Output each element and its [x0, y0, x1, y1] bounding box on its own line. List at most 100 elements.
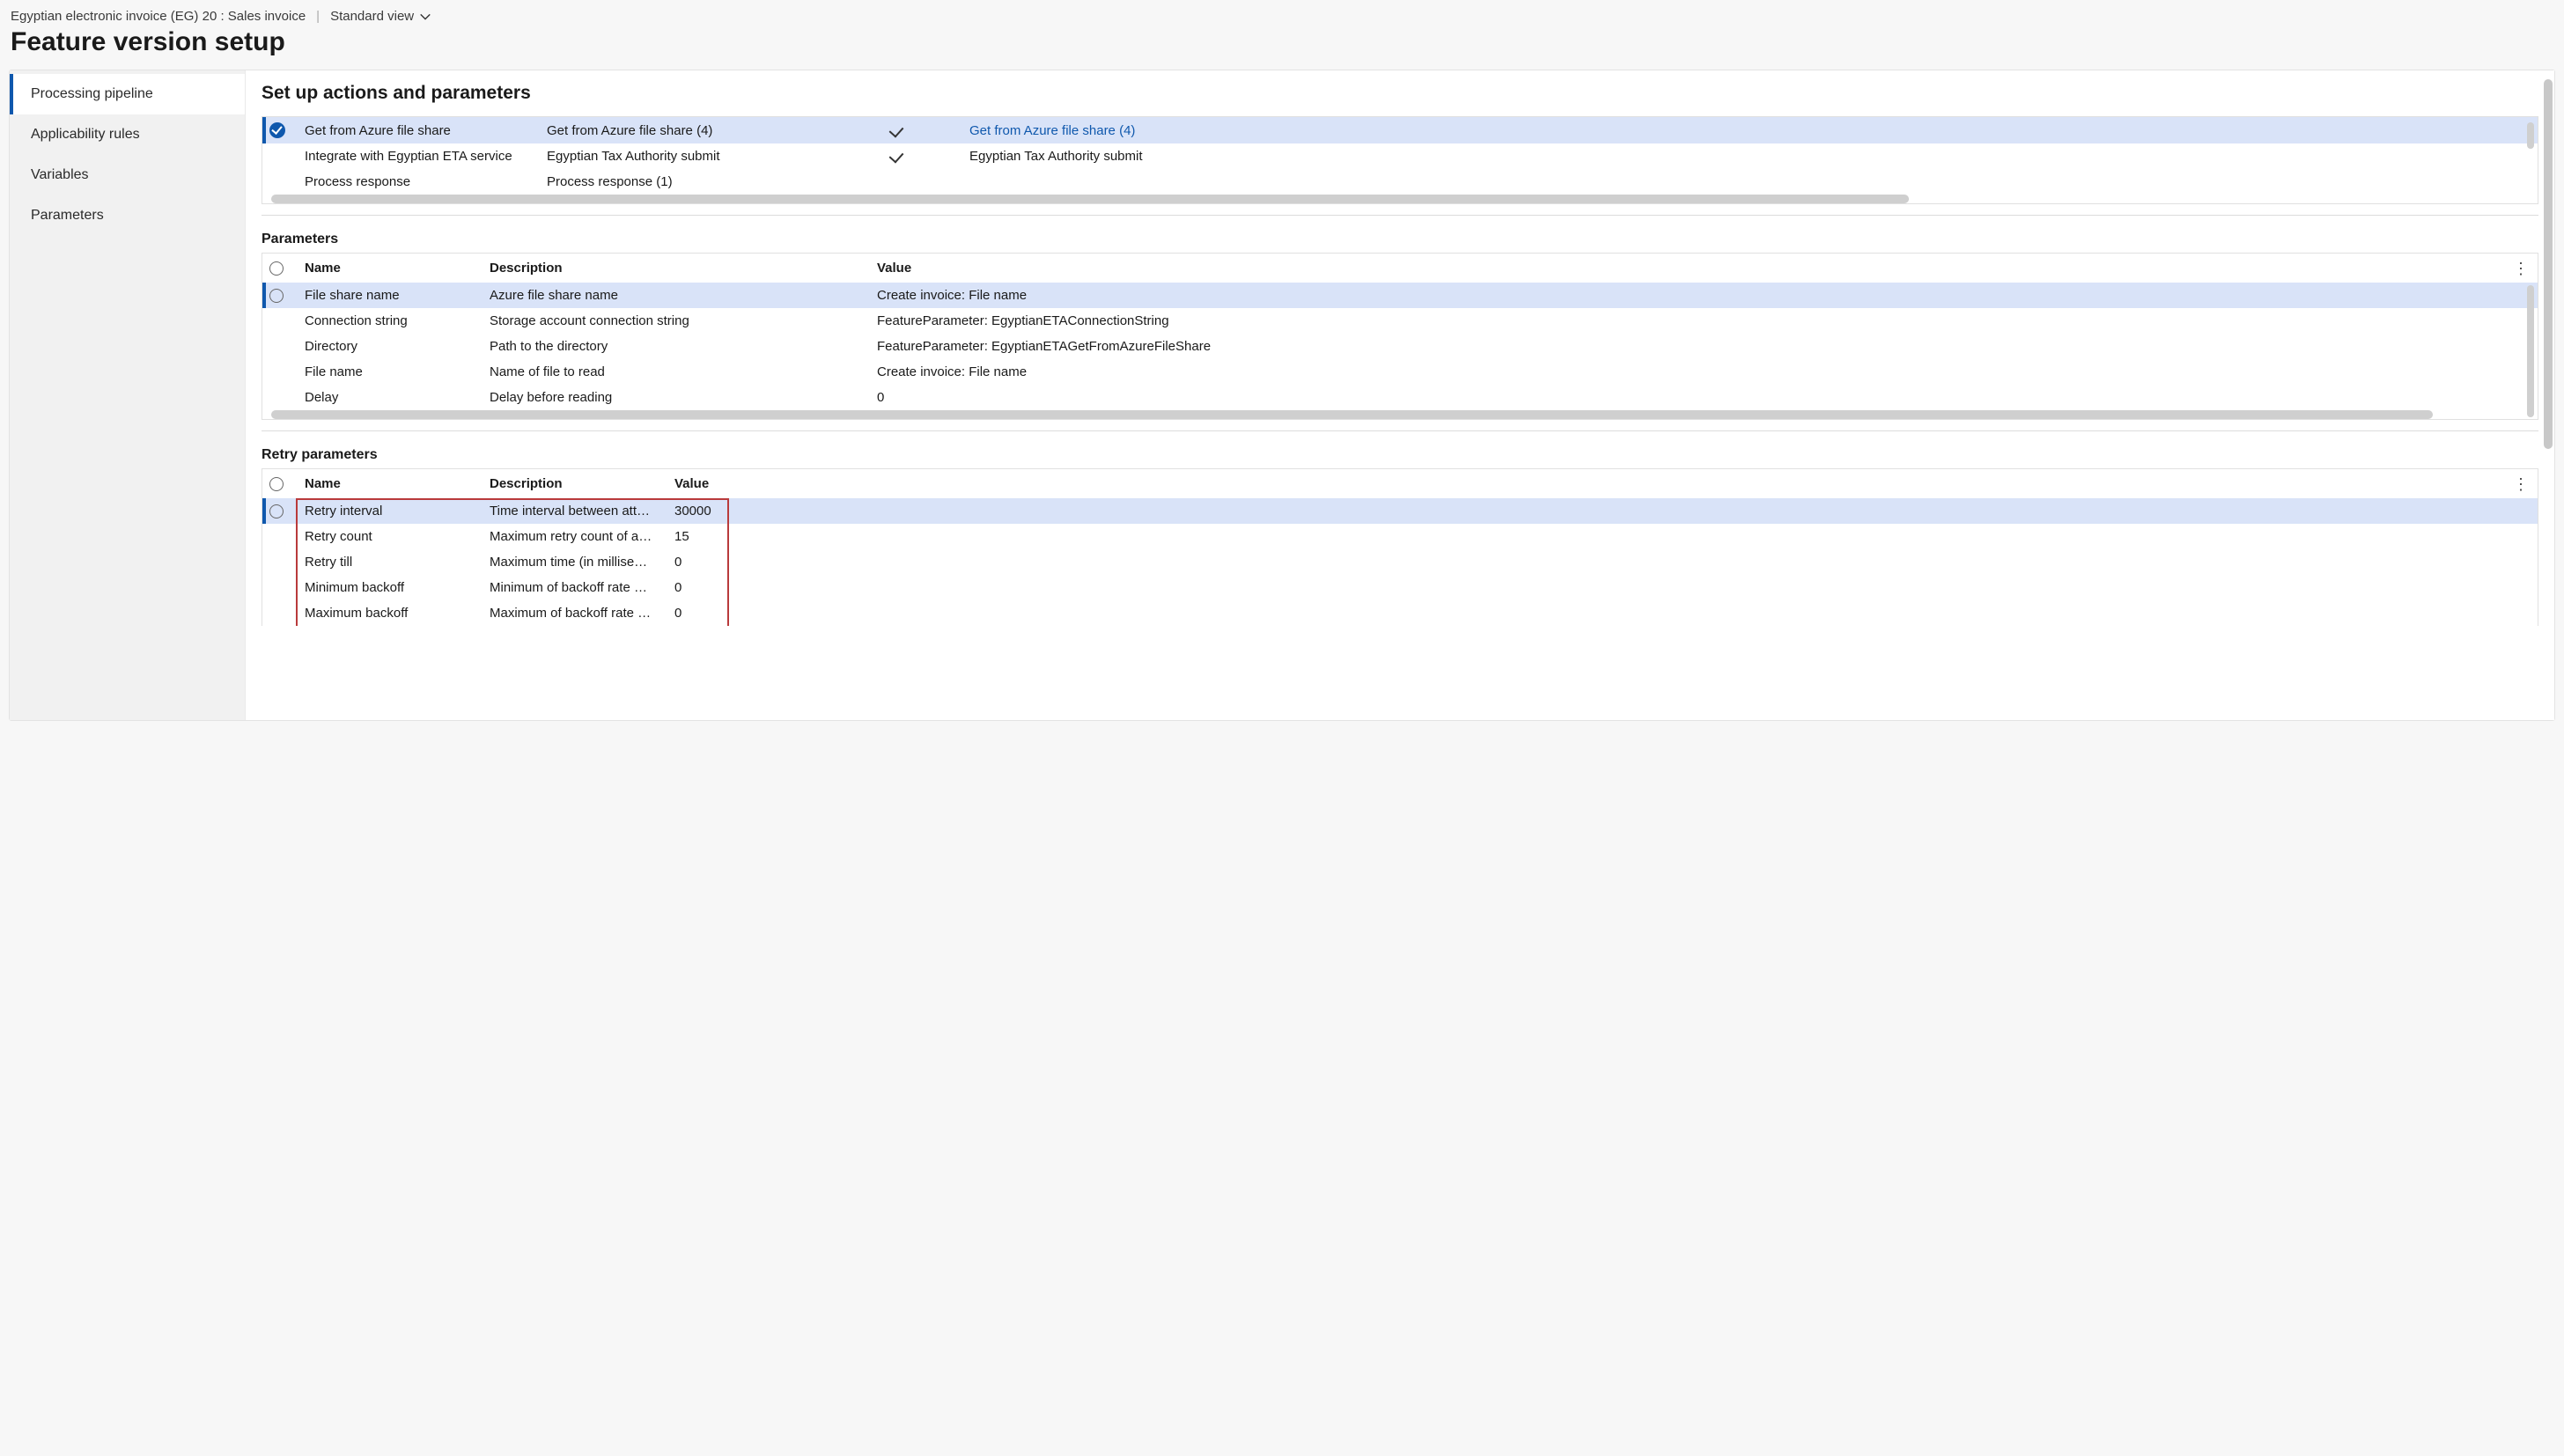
param-desc: Storage account connection string: [483, 308, 870, 334]
table-row[interactable]: Integrate with Egyptian ETA service Egyp…: [262, 143, 2538, 169]
view-label: Standard view: [330, 9, 414, 24]
param-value: FeatureParameter: EgyptianETAGetFromAzur…: [870, 334, 2538, 359]
sidebar-item-label: Applicability rules: [31, 127, 140, 142]
action-flag: [883, 117, 962, 143]
sidebar-item-label: Parameters: [31, 208, 104, 223]
divider: [262, 430, 2538, 431]
table-row[interactable]: Retry count Maximum retry count of a… 15: [262, 524, 2538, 549]
horizontal-scrollbar[interactable]: [262, 195, 2538, 203]
col-name[interactable]: Name: [298, 254, 483, 283]
page-title: Feature version setup: [11, 27, 2553, 57]
vertical-scrollbar[interactable]: [2527, 285, 2534, 417]
breadcrumb: Egyptian electronic invoice (EG) 20 : Sa…: [11, 9, 306, 24]
param-name: Directory: [298, 334, 483, 359]
retry-name: Maximum backoff: [298, 600, 483, 626]
table-row[interactable]: Retry till Maximum time (in millise… 0: [262, 549, 2538, 575]
param-desc: Path to the directory: [483, 334, 870, 359]
action-flag: [883, 169, 962, 195]
main-panel: Set up actions and parameters Get from A…: [246, 70, 2554, 720]
table-row[interactable]: File share name Azure file share name Cr…: [262, 283, 2538, 308]
sidebar-item-label: Variables: [31, 167, 89, 182]
retry-heading: Retry parameters: [262, 447, 2538, 463]
retry-name: Retry interval: [298, 498, 483, 524]
retry-desc: Maximum retry count of a…: [483, 524, 667, 549]
col-description[interactable]: Description: [483, 469, 667, 498]
retry-value: 0: [667, 600, 729, 626]
view-switcher[interactable]: Standard view: [330, 9, 431, 24]
retry-name: Minimum backoff: [298, 575, 483, 600]
param-desc: Delay before reading: [483, 385, 870, 410]
sidebar-item-parameters[interactable]: Parameters: [10, 195, 245, 236]
retry-desc: Maximum of backoff rate …: [483, 600, 667, 626]
parameters-heading: Parameters: [262, 232, 2538, 247]
divider: [262, 215, 2538, 216]
action-flag: [883, 143, 962, 169]
retry-desc: Maximum time (in millise…: [483, 549, 667, 575]
retry-name: Retry count: [298, 524, 483, 549]
parameters-table: Name Description Value File share name A…: [262, 254, 2538, 410]
more-options-icon[interactable]: ⋮: [2513, 261, 2529, 276]
check-icon: [889, 148, 904, 163]
row-radio[interactable]: [269, 289, 284, 303]
action-ref: Get from Azure file share (4): [540, 117, 883, 143]
table-row[interactable]: Directory Path to the directory FeatureP…: [262, 334, 2538, 359]
action-link: Egyptian Tax Authority submit: [962, 143, 2538, 169]
retry-name: Retry till: [298, 549, 483, 575]
table-row[interactable]: Retry interval Time interval between att…: [262, 498, 2538, 524]
chevron-down-icon: [419, 11, 431, 23]
action-name: Process response: [298, 169, 540, 195]
param-name: File name: [298, 359, 483, 385]
retry-value: 0: [667, 575, 729, 600]
param-value: Create invoice: File name: [870, 359, 2538, 385]
param-value: Create invoice: File name: [870, 283, 2538, 308]
param-name: Delay: [298, 385, 483, 410]
row-radio[interactable]: [269, 504, 284, 518]
retry-value: 30000: [667, 498, 729, 524]
more-options-icon[interactable]: ⋮: [2513, 476, 2529, 492]
vertical-scrollbar[interactable]: [2527, 122, 2534, 158]
page-header: Egyptian electronic invoice (EG) 20 : Sa…: [0, 0, 2564, 64]
parameters-table-wrap: ⋮ Name Description Value File share name: [262, 253, 2538, 420]
retry-desc: Time interval between att…: [483, 498, 667, 524]
page-vertical-scrollbar[interactable]: [2544, 79, 2553, 711]
action-link[interactable]: Get from Azure file share (4): [962, 117, 2538, 143]
retry-value: 15: [667, 524, 729, 549]
table-row[interactable]: File name Name of file to read Create in…: [262, 359, 2538, 385]
sidebar-item-variables[interactable]: Variables: [10, 155, 245, 195]
action-name: Integrate with Egyptian ETA service: [298, 143, 540, 169]
workspace: Processing pipeline Applicability rules …: [9, 70, 2555, 721]
table-row[interactable]: Connection string Storage account connec…: [262, 308, 2538, 334]
retry-value: 0: [667, 549, 729, 575]
table-row[interactable]: Minimum backoff Minimum of backoff rate …: [262, 575, 2538, 600]
sidebar-item-applicability-rules[interactable]: Applicability rules: [10, 114, 245, 155]
param-desc: Name of file to read: [483, 359, 870, 385]
col-name[interactable]: Name: [298, 469, 483, 498]
table-row[interactable]: Delay Delay before reading 0: [262, 385, 2538, 410]
separator: |: [316, 9, 320, 24]
horizontal-scrollbar[interactable]: [262, 410, 2538, 419]
select-all-radio[interactable]: [269, 477, 284, 491]
action-link: [962, 169, 2538, 195]
action-name: Get from Azure file share: [298, 117, 540, 143]
col-value[interactable]: Value: [870, 254, 2538, 283]
retry-table: Name Description Value Retry interval Ti…: [262, 469, 2538, 626]
retry-desc: Minimum of backoff rate …: [483, 575, 667, 600]
sidebar-item-processing-pipeline[interactable]: Processing pipeline: [10, 74, 245, 114]
col-value[interactable]: Value: [667, 469, 729, 498]
main-heading: Set up actions and parameters: [262, 83, 2538, 104]
table-row[interactable]: Maximum backoff Maximum of backoff rate …: [262, 600, 2538, 626]
actions-table-wrap: Get from Azure file share Get from Azure…: [262, 116, 2538, 204]
table-row[interactable]: Get from Azure file share Get from Azure…: [262, 117, 2538, 143]
actions-table: Get from Azure file share Get from Azure…: [262, 117, 2538, 195]
check-icon: [889, 122, 904, 137]
param-desc: Azure file share name: [483, 283, 870, 308]
param-name: Connection string: [298, 308, 483, 334]
checked-icon[interactable]: [269, 122, 285, 138]
param-value: 0: [870, 385, 2538, 410]
sidebar: Processing pipeline Applicability rules …: [10, 70, 246, 720]
select-all-radio[interactable]: [269, 261, 284, 276]
sidebar-item-label: Processing pipeline: [31, 86, 153, 101]
table-row[interactable]: Process response Process response (1): [262, 169, 2538, 195]
col-description[interactable]: Description: [483, 254, 870, 283]
table-header-row: Name Description Value: [262, 469, 2538, 498]
